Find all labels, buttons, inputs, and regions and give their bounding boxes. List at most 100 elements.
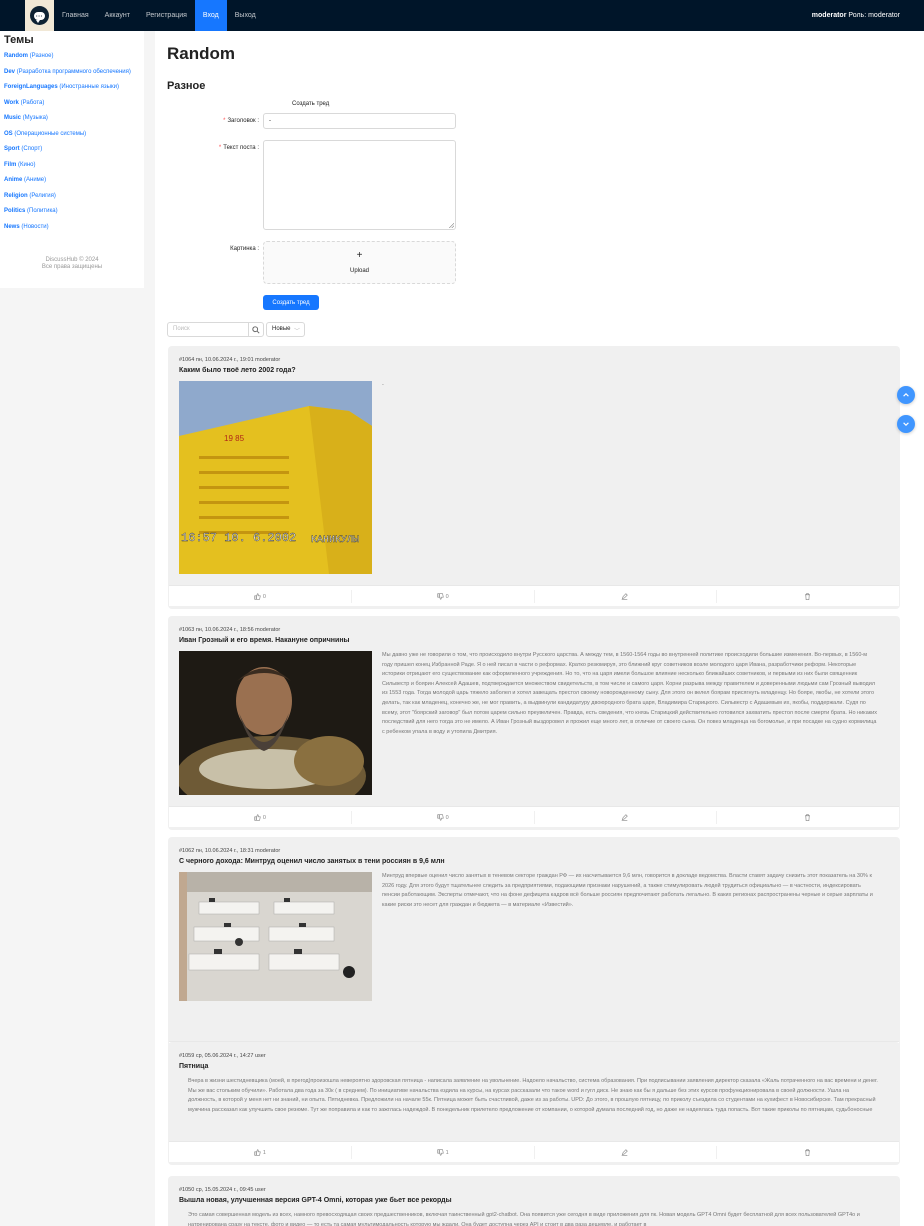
topic-link-dev[interactable]: Dev (Разработка программного обеспечения… — [4, 69, 140, 77]
post-actions: 0 0 — [169, 585, 899, 606]
scroll-down-button[interactable] — [897, 415, 915, 433]
post-meta: #1063 пн, 10.06.2024 г., 18:56 moderator — [179, 627, 281, 633]
topic-link-foreign-languages[interactable]: ForeignLanguages (Иностранные языки) — [4, 84, 140, 92]
trash-icon — [804, 593, 810, 600]
post-card: #1059 ср, 05.06.2024 г., 14:27 user Пятн… — [168, 1042, 900, 1165]
post-image-building[interactable]: 19 85 16:57 10. 6.2002 КАНИКУЛЫ — [179, 381, 372, 574]
post-title[interactable]: Каким было твоё лето 2002 года? — [179, 367, 296, 374]
chevron-down-icon: ﹀ — [293, 329, 300, 335]
thumbs-down-icon — [436, 814, 444, 821]
trash-icon — [804, 814, 810, 821]
like-button[interactable]: 1 — [169, 1146, 352, 1159]
edit-icon — [621, 593, 628, 600]
delete-button[interactable] — [717, 590, 899, 603]
delete-button[interactable] — [717, 1146, 899, 1159]
topic-link-os[interactable]: OS (Операционные системы) — [4, 131, 140, 139]
svg-text:19 85: 19 85 — [224, 434, 245, 443]
topic-link-politics[interactable]: Politics (Политика) — [4, 208, 140, 216]
topics-sidebar: Темы Random (Разное) Dev (Разработка про… — [0, 31, 144, 288]
topic-list: Random (Разное) Dev (Разработка программ… — [4, 53, 140, 239]
post-actions: 0 0 — [169, 806, 899, 827]
topic-link-work[interactable]: Work (Работа) — [4, 100, 140, 108]
top-navbar: ••• Главная Аккаунт Регистрация Вход Вых… — [0, 0, 924, 31]
edit-button[interactable] — [535, 590, 718, 603]
post-meta: #1059 ср, 05.06.2024 г., 14:27 user — [179, 1053, 266, 1059]
main-nav: Главная Аккаунт Регистрация Вход Выход — [54, 0, 264, 31]
create-thread-button[interactable]: Создать тред — [263, 295, 319, 310]
post-text: Это самая совершенная модель из всех, на… — [188, 1212, 860, 1226]
edit-button[interactable] — [535, 811, 718, 824]
post-text-area[interactable] — [263, 140, 456, 230]
thumbs-up-icon — [254, 1149, 261, 1156]
chevron-up-icon — [903, 393, 909, 397]
nav-home[interactable]: Главная — [54, 0, 97, 31]
like-button[interactable]: 0 — [169, 811, 352, 824]
post-title[interactable]: Пятница — [179, 1063, 208, 1070]
user-roles: Роль: moderator — [848, 12, 900, 19]
post-card: #1063 пн, 10.06.2024 г., 18:56 moderator… — [168, 616, 900, 830]
title-label: * Заголовок : — [223, 118, 259, 124]
plus-icon: + — [356, 250, 363, 261]
edit-icon — [621, 814, 628, 821]
edit-button[interactable] — [535, 1146, 718, 1159]
section-title: Разное — [167, 80, 206, 92]
topic-link-film[interactable]: Film (Кино) — [4, 162, 140, 170]
chevron-down-icon — [903, 422, 909, 426]
post-actions: 1 1 — [169, 1141, 899, 1162]
form-header: Создать тред — [292, 101, 330, 107]
topic-link-anime[interactable]: Anime (Аниме) — [4, 177, 140, 185]
post-text: Мы давно уже не говорили о том, что прои… — [382, 652, 877, 735]
image-label: Картинка : — [230, 246, 259, 252]
search-button[interactable] — [248, 322, 264, 337]
user-info: moderator Роль: moderator — [812, 12, 900, 19]
upload-label: Upload — [349, 268, 369, 274]
post-meta: #1064 пн, 10.06.2024 г., 19:01 moderator — [179, 357, 281, 363]
dislike-button[interactable]: 0 — [352, 811, 535, 824]
page-title: Random — [167, 44, 235, 63]
post-title[interactable]: Вышла новая, улучшенная версия GPT-4 Omn… — [179, 1197, 452, 1204]
sidebar-title: Темы — [4, 34, 34, 46]
topic-link-religion[interactable]: Religion (Религия) — [4, 193, 140, 201]
search-icon — [252, 325, 260, 334]
post-title[interactable]: С черного дохода: Минтруд оценил число з… — [179, 858, 445, 865]
trash-icon — [804, 1149, 810, 1156]
topic-link-news[interactable]: News (Новости) — [4, 224, 140, 232]
svg-text:16:57 10. 6.2002: 16:57 10. 6.2002 — [181, 531, 296, 545]
text-label: * Текст поста : — [218, 145, 259, 151]
post-image-portrait[interactable] — [179, 651, 372, 795]
nav-register[interactable]: Регистрация — [138, 0, 195, 31]
post-image-office[interactable] — [179, 872, 372, 1001]
post-title[interactable]: Иван Грозный и его время. Накануне оприч… — [179, 637, 350, 644]
sidebar-footer: DiscussHub © 2024 Все права защищены — [41, 257, 103, 270]
post-meta: #1050 ср, 15.05.2024 г., 09:45 user — [179, 1187, 266, 1193]
main-content: Random Разное Создать тред * Заголовок : … — [155, 31, 924, 1226]
thumbs-down-icon — [436, 593, 444, 600]
search-input[interactable]: Поиск — [167, 322, 249, 337]
nav-login[interactable]: Вход — [194, 0, 227, 31]
sort-select[interactable]: Новые ﹀ — [266, 322, 305, 337]
post-text: Вчера в жизни шестидневщика (моей, в пре… — [188, 1078, 878, 1113]
post-card: #1062 пн, 10.06.2024 г., 18:31 moderator… — [168, 837, 900, 1064]
dislike-button[interactable]: 1 — [352, 1146, 535, 1159]
post-text: Минтруд впервые оценил число занятых в т… — [382, 873, 873, 908]
topic-link-music[interactable]: Music (Музыка) — [4, 115, 140, 123]
edit-icon — [621, 1149, 628, 1156]
thumbs-up-icon — [254, 814, 261, 821]
topic-link-sport[interactable]: Sport (Спорт) — [4, 146, 140, 154]
site-logo[interactable]: ••• — [25, 0, 54, 31]
scroll-up-button[interactable] — [897, 386, 915, 404]
image-upload[interactable]: + Upload — [263, 241, 456, 284]
chat-logo-icon: ••• — [30, 6, 49, 25]
nav-account[interactable]: Аккаунт — [97, 0, 138, 31]
like-button[interactable]: 0 — [169, 590, 352, 603]
user-name: moderator — [811, 12, 847, 19]
post-meta: #1062 пн, 10.06.2024 г., 18:31 moderator — [179, 848, 281, 854]
thumbs-down-icon — [436, 1149, 444, 1156]
topic-link-random[interactable]: Random (Разное) — [4, 53, 140, 61]
nav-logout[interactable]: Выход — [227, 0, 264, 31]
post-card: #1050 ср, 15.05.2024 г., 09:45 user Вышл… — [168, 1176, 900, 1226]
title-input[interactable]: - — [263, 113, 456, 129]
dislike-button[interactable]: 0 — [352, 590, 535, 603]
delete-button[interactable] — [717, 811, 899, 824]
post-card: #1064 пн, 10.06.2024 г., 19:01 moderator… — [168, 346, 900, 609]
